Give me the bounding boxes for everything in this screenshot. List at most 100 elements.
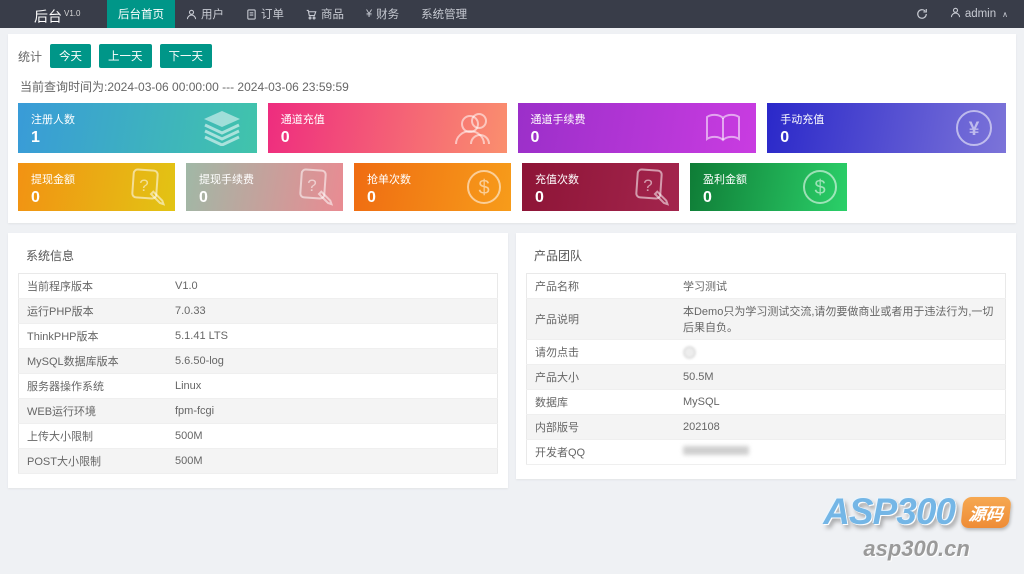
product-team-panel: 产品团队 产品名称 学习测试产品说明 本Demo只为学习测试交流,请勿要做商业或者用… xyxy=(516,233,1016,479)
stats-label: 统计 xyxy=(18,49,43,64)
nav-item-label: 财务 xyxy=(376,9,400,21)
users-icon xyxy=(454,111,494,145)
product-team-table: 产品名称 学习测试产品说明 本Demo只为学习测试交流,请勿要做商业或者用于违法行为… xyxy=(526,273,1006,465)
row-value: 7.0.33 xyxy=(174,305,206,317)
table-row: 内部版号 202108 xyxy=(526,414,1006,440)
row-value: 本Demo只为学习测试交流,请勿要做商业或者用于违法行为,一切后果自负。 xyxy=(682,306,994,334)
main-menu: 后台首页 用户 订单 商品 ¥ 财务 系统管理 xyxy=(107,0,478,28)
row-label: 产品大小 xyxy=(535,372,579,384)
open-book-icon xyxy=(703,112,743,144)
row-value: 202108 xyxy=(682,421,720,433)
stat-card-cards_row2-2: 抢单次数 0 $ xyxy=(354,163,511,211)
stat-cards-row-1: 注册人数 1 通道充值 0 通道手续费 0 手动充值 0 ¥ xyxy=(18,103,1006,153)
stats-panel: 统计 今天 上一天 下一天 当前查询时间为:2024-03-06 00:00:00 … xyxy=(8,34,1016,223)
nav-item-label: 用户 xyxy=(201,9,224,21)
nav-item-2[interactable]: 订单 xyxy=(235,0,295,28)
table-row: 产品说明 本Demo只为学习测试交流,请勿要做商业或者用于违法行为,一切后果自负。 xyxy=(526,298,1006,340)
svg-text:¥: ¥ xyxy=(969,119,980,140)
dollar-circle-icon: $ xyxy=(802,169,838,205)
dollar-circle-icon: $ xyxy=(466,169,502,205)
layers-icon xyxy=(200,110,244,147)
query-time-text: 当前查询时间为:2024-03-06 00:00:00 --- 2024-03-… xyxy=(20,80,349,94)
yen-circle-icon: ¥ xyxy=(955,109,993,147)
nav-item-4[interactable]: ¥ 财务 xyxy=(355,0,410,28)
table-row: 数据库 MySQL xyxy=(526,390,1006,415)
row-label: ThinkPHP版本 xyxy=(27,331,99,343)
masked-icon[interactable] xyxy=(682,345,696,359)
nav-item-label: 商品 xyxy=(321,9,344,21)
stat-card-cards_row2-4: 盈利金额 0 $ xyxy=(690,163,847,211)
table-row: MySQL数据库版本 5.6.50-log xyxy=(18,348,498,374)
doc-question-icon: ? xyxy=(126,167,166,207)
nav-item-1[interactable]: 用户 xyxy=(175,0,235,28)
nav-item-0[interactable]: 后台首页 xyxy=(107,0,175,28)
stats-filter-bar: 统计 今天 上一天 下一天 xyxy=(18,44,1006,68)
watermark: ASP300 源码 asp300.cn xyxy=(823,491,1012,562)
watermark-domain: asp300.cn xyxy=(863,536,970,561)
table-row: 产品大小 50.5M xyxy=(526,364,1006,390)
doc-question-icon: ? xyxy=(630,167,670,207)
nav-item-5[interactable]: 系统管理 xyxy=(410,0,478,28)
system-info-panel: 系统信息 当前程序版本 V1.0 运行PHP版本 7.0.33 ThinkPHP版本 5.… xyxy=(8,233,508,488)
svg-text:?: ? xyxy=(307,176,316,195)
system-info-table: 当前程序版本 V1.0 运行PHP版本 7.0.33 ThinkPHP版本 5.1.41 … xyxy=(18,273,498,474)
table-row: WEB运行环境 fpm-fcgi xyxy=(18,398,498,424)
table-row: 上传大小限制 500M xyxy=(18,424,498,449)
stat-card-cards_row2-3: 充值次数 0? xyxy=(522,163,679,211)
refresh-icon[interactable] xyxy=(916,8,928,20)
row-label: WEB运行环境 xyxy=(27,406,97,418)
row-value: 学习测试 xyxy=(682,281,727,293)
stat-cards-row-2: 提现金额 0? 提现手续费 0? 抢单次数 0 $ 充值次数 0? 盈利金额 0 $ xyxy=(18,163,1006,211)
stat-card-cards_row1-0: 注册人数 1 xyxy=(18,103,257,153)
row-label: 服务器操作系统 xyxy=(27,381,104,393)
stats-buttons: 今天 上一天 下一天 xyxy=(50,44,213,68)
row-label: MySQL数据库版本 xyxy=(27,356,119,368)
nav-item-label: 系统管理 xyxy=(421,9,468,21)
cart-icon xyxy=(306,9,317,20)
row-label: POST大小限制 xyxy=(27,456,101,468)
order-icon xyxy=(246,8,257,20)
user-icon xyxy=(186,9,197,20)
row-value: Linux xyxy=(174,380,202,392)
table-row: 服务器操作系统 Linux xyxy=(18,374,498,399)
row-value: 500M xyxy=(174,430,203,442)
row-value xyxy=(675,440,1006,465)
chevron-up-icon: ∧ xyxy=(1002,9,1008,19)
app-title: 后台 xyxy=(34,8,62,25)
user-icon xyxy=(950,7,961,21)
table-row: POST大小限制 500M xyxy=(18,448,498,474)
svg-text:$: $ xyxy=(478,177,489,199)
row-label: 开发者QQ xyxy=(535,447,586,459)
doc-question-icon: ? xyxy=(294,167,334,207)
svg-text:$: $ xyxy=(814,177,825,199)
row-label: 产品名称 xyxy=(535,281,579,293)
table-row: 开发者QQ xyxy=(526,440,1006,465)
user-name: admin xyxy=(964,8,997,20)
stats-range-button-1[interactable]: 上一天 xyxy=(99,44,152,68)
table-row: 产品名称 学习测试 xyxy=(526,274,1006,299)
nav-item-label: 订单 xyxy=(261,9,284,21)
table-row: 运行PHP版本 7.0.33 xyxy=(18,298,498,324)
watermark-brand: ASP300 xyxy=(823,491,956,532)
table-row: 当前程序版本 V1.0 xyxy=(18,274,498,299)
product-team-title: 产品团队 xyxy=(534,249,583,263)
masked-text xyxy=(682,446,749,455)
stat-card-cards_row2-1: 提现手续费 0? xyxy=(186,163,343,211)
stat-card-cards_row1-3: 手动充值 0 ¥ xyxy=(767,103,1006,153)
row-label: 数据库 xyxy=(535,397,568,409)
nav-item-3[interactable]: 商品 xyxy=(295,0,355,28)
nav-item-label: 后台首页 xyxy=(118,9,164,21)
row-value: MySQL xyxy=(682,396,720,408)
stats-range-button-0[interactable]: 今天 xyxy=(50,44,92,68)
stat-card-cards_row2-0: 提现金额 0? xyxy=(18,163,175,211)
page-content: 统计 今天 上一天 下一天 当前查询时间为:2024-03-06 00:00:00 … xyxy=(0,28,1024,488)
row-label: 运行PHP版本 xyxy=(27,306,94,318)
row-value: 50.5M xyxy=(682,371,714,383)
svg-text:?: ? xyxy=(139,176,148,195)
stats-range-button-2[interactable]: 下一天 xyxy=(159,44,213,68)
row-value: V1.0 xyxy=(174,280,198,292)
row-value: 5.1.41 LTS xyxy=(174,330,228,342)
user-menu[interactable]: admin ∧ xyxy=(950,7,1008,21)
row-label: 当前程序版本 xyxy=(27,281,93,293)
info-panels: 系统信息 当前程序版本 V1.0 运行PHP版本 7.0.33 ThinkPHP版本 5.… xyxy=(8,233,1016,488)
